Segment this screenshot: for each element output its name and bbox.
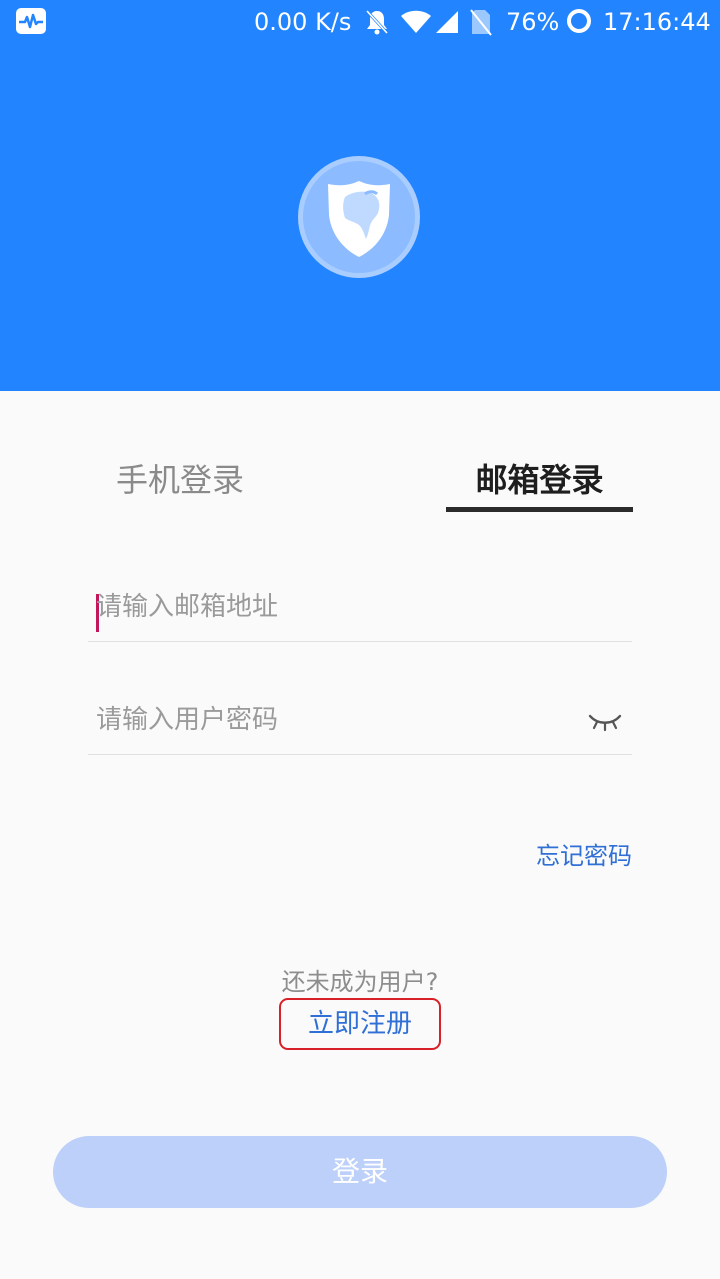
- header-banner: 0.00 K/s 76% 17:16:44: [0, 0, 720, 391]
- status-bar: 0.00 K/s 76% 17:16:44: [0, 0, 720, 44]
- email-input[interactable]: [96, 572, 576, 642]
- mute-bell-icon: [364, 8, 390, 44]
- login-button[interactable]: 登录: [53, 1136, 667, 1208]
- wifi-icon: [400, 10, 432, 42]
- battery-ring-icon: [566, 8, 592, 42]
- horse-shield-icon: [328, 181, 390, 257]
- eye-closed-icon[interactable]: [588, 711, 622, 733]
- signal-icon: [434, 10, 460, 42]
- password-field: [88, 685, 632, 755]
- password-input[interactable]: [96, 685, 576, 755]
- clock: 17:16:44: [603, 8, 711, 36]
- forgot-password-link[interactable]: 忘记密码: [480, 838, 632, 874]
- tab-email-login[interactable]: 邮箱登录: [446, 455, 633, 505]
- app-logo: [298, 156, 420, 278]
- tab-phone-login[interactable]: 手机登录: [90, 455, 270, 505]
- network-speed: 0.00 K/s: [254, 8, 352, 36]
- not-user-prompt: 还未成为用户?: [281, 968, 439, 996]
- email-field: [88, 572, 632, 642]
- activity-monitor-icon: [16, 8, 46, 34]
- login-screen: 0.00 K/s 76% 17:16:44 手机登录 邮箱登录 请输入邮箱地址 …: [0, 0, 720, 1279]
- no-sim-icon: [470, 8, 492, 44]
- register-link[interactable]: 立即注册: [279, 998, 441, 1050]
- active-tab-indicator: [446, 507, 633, 512]
- battery-level: 76%: [506, 8, 560, 36]
